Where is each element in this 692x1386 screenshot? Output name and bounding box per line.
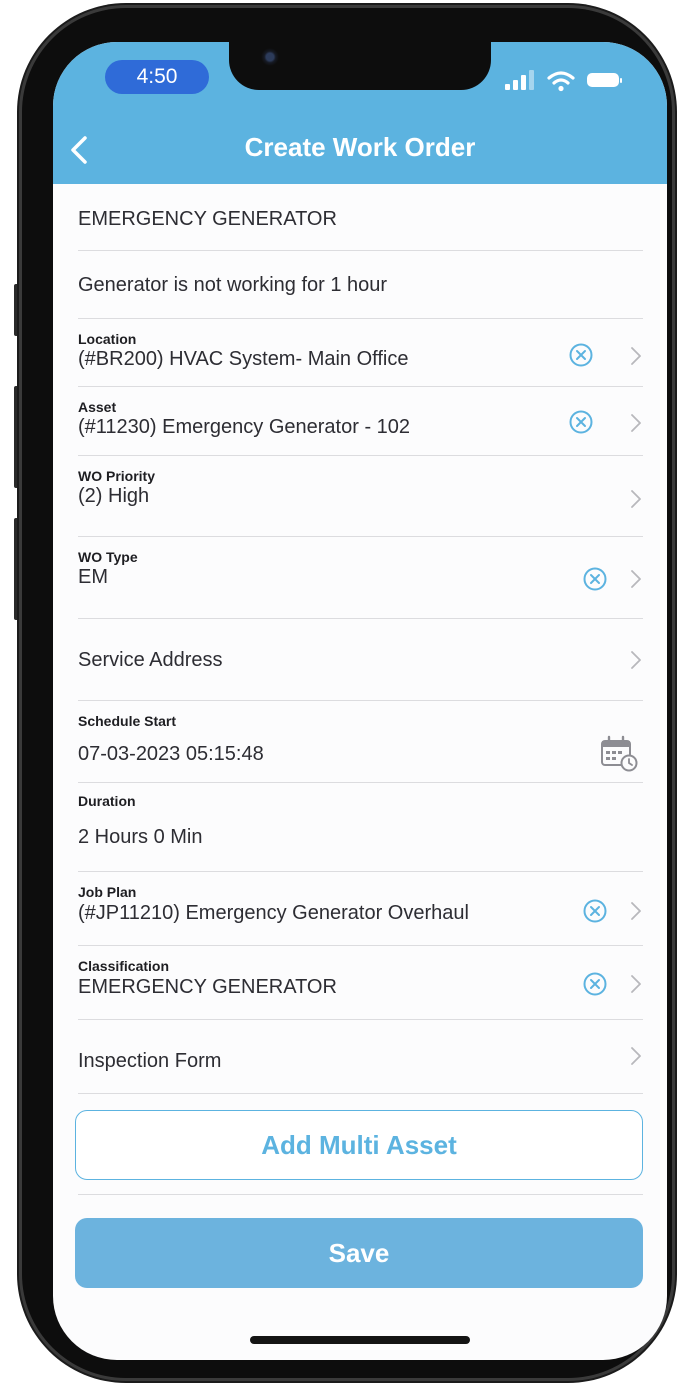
wo-priority-chevron-right-icon[interactable]	[629, 488, 643, 510]
classification-value: EMERGENCY GENERATOR	[78, 976, 337, 998]
save-button[interactable]: Save	[75, 1218, 643, 1288]
service-address-chevron-right-icon[interactable]	[629, 649, 643, 671]
wo-type-value: EM	[78, 566, 108, 588]
status-time: 4:50	[105, 60, 209, 94]
battery-icon	[587, 73, 622, 87]
asset-title-text: EMERGENCY GENERATOR	[78, 208, 337, 230]
front-camera	[261, 48, 279, 66]
app-header: 4:50 Create Work Order	[53, 42, 667, 184]
wo-type-field[interactable]: WO Type EM	[78, 537, 643, 619]
classification-label: Classification	[78, 958, 170, 974]
wo-priority-value: (2) High	[78, 485, 150, 507]
clear-asset-icon[interactable]	[568, 409, 594, 435]
status-icons	[505, 70, 635, 94]
asset-chevron-right-icon[interactable]	[629, 412, 643, 434]
wifi-icon	[547, 71, 575, 92]
divider	[78, 1194, 643, 1195]
app-screen: 4:50 Create Work Order EMERGENCY GENERAT	[53, 42, 667, 1360]
duration-field[interactable]: Duration 2 Hours 0 Min	[78, 783, 643, 872]
job-plan-value: (#JP11210) Emergency Generator Overhaul	[78, 902, 469, 924]
page-title: Create Work Order	[244, 132, 476, 162]
volume-up-button	[14, 386, 21, 488]
home-indicator	[250, 1336, 470, 1344]
calendar-clock-icon[interactable]	[600, 735, 638, 773]
classification-chevron-right-icon[interactable]	[629, 973, 643, 995]
service-address-field[interactable]: Service Address	[78, 619, 643, 701]
location-label: Location	[78, 331, 137, 347]
asset-title-field[interactable]: EMERGENCY GENERATOR	[78, 184, 643, 251]
clear-classification-icon[interactable]	[582, 971, 608, 997]
schedule-start-value: 07-03-2023 05:15:48	[78, 743, 264, 765]
clear-wo-type-icon[interactable]	[582, 566, 608, 592]
description-field[interactable]: Generator is not working for 1 hour	[78, 251, 643, 319]
add-multi-asset-button[interactable]: Add Multi Asset	[75, 1110, 643, 1180]
wo-priority-field[interactable]: WO Priority (2) High	[78, 456, 643, 537]
job-plan-field[interactable]: Job Plan (#JP11210) Emergency Generator …	[78, 872, 643, 946]
inspection-form-chevron-right-icon[interactable]	[629, 1045, 643, 1067]
job-plan-label: Job Plan	[78, 884, 137, 900]
duration-value: 2 Hours 0 Min	[78, 826, 203, 848]
wo-type-chevron-right-icon[interactable]	[629, 568, 643, 590]
volume-down-button	[14, 518, 21, 620]
clear-location-icon[interactable]	[568, 342, 594, 368]
wo-priority-label: WO Priority	[78, 468, 156, 484]
asset-field[interactable]: Asset (#11230) Emergency Generator - 102	[78, 387, 643, 456]
signal-icon	[505, 70, 535, 90]
location-field[interactable]: Location (#BR200) HVAC System- Main Offi…	[78, 319, 643, 387]
duration-label: Duration	[78, 793, 136, 809]
asset-label: Asset	[78, 399, 117, 415]
clear-job-plan-icon[interactable]	[582, 898, 608, 924]
location-chevron-right-icon[interactable]	[629, 345, 643, 367]
job-plan-chevron-right-icon[interactable]	[629, 900, 643, 922]
location-value: (#BR200) HVAC System- Main Office	[78, 348, 409, 370]
silent-switch	[14, 284, 21, 336]
classification-field[interactable]: Classification EMERGENCY GENERATOR	[78, 946, 643, 1020]
asset-value: (#11230) Emergency Generator - 102	[78, 416, 411, 438]
inspection-form-label: Inspection Form	[78, 1050, 222, 1072]
description-text: Generator is not working for 1 hour	[78, 274, 388, 296]
schedule-start-field[interactable]: Schedule Start 07-03-2023 05:15:48	[78, 701, 643, 783]
schedule-start-label: Schedule Start	[78, 713, 177, 729]
notch	[229, 42, 491, 90]
service-address-label: Service Address	[78, 649, 223, 671]
inspection-form-field[interactable]: Inspection Form	[78, 1020, 643, 1094]
wo-type-label: WO Type	[78, 549, 138, 565]
